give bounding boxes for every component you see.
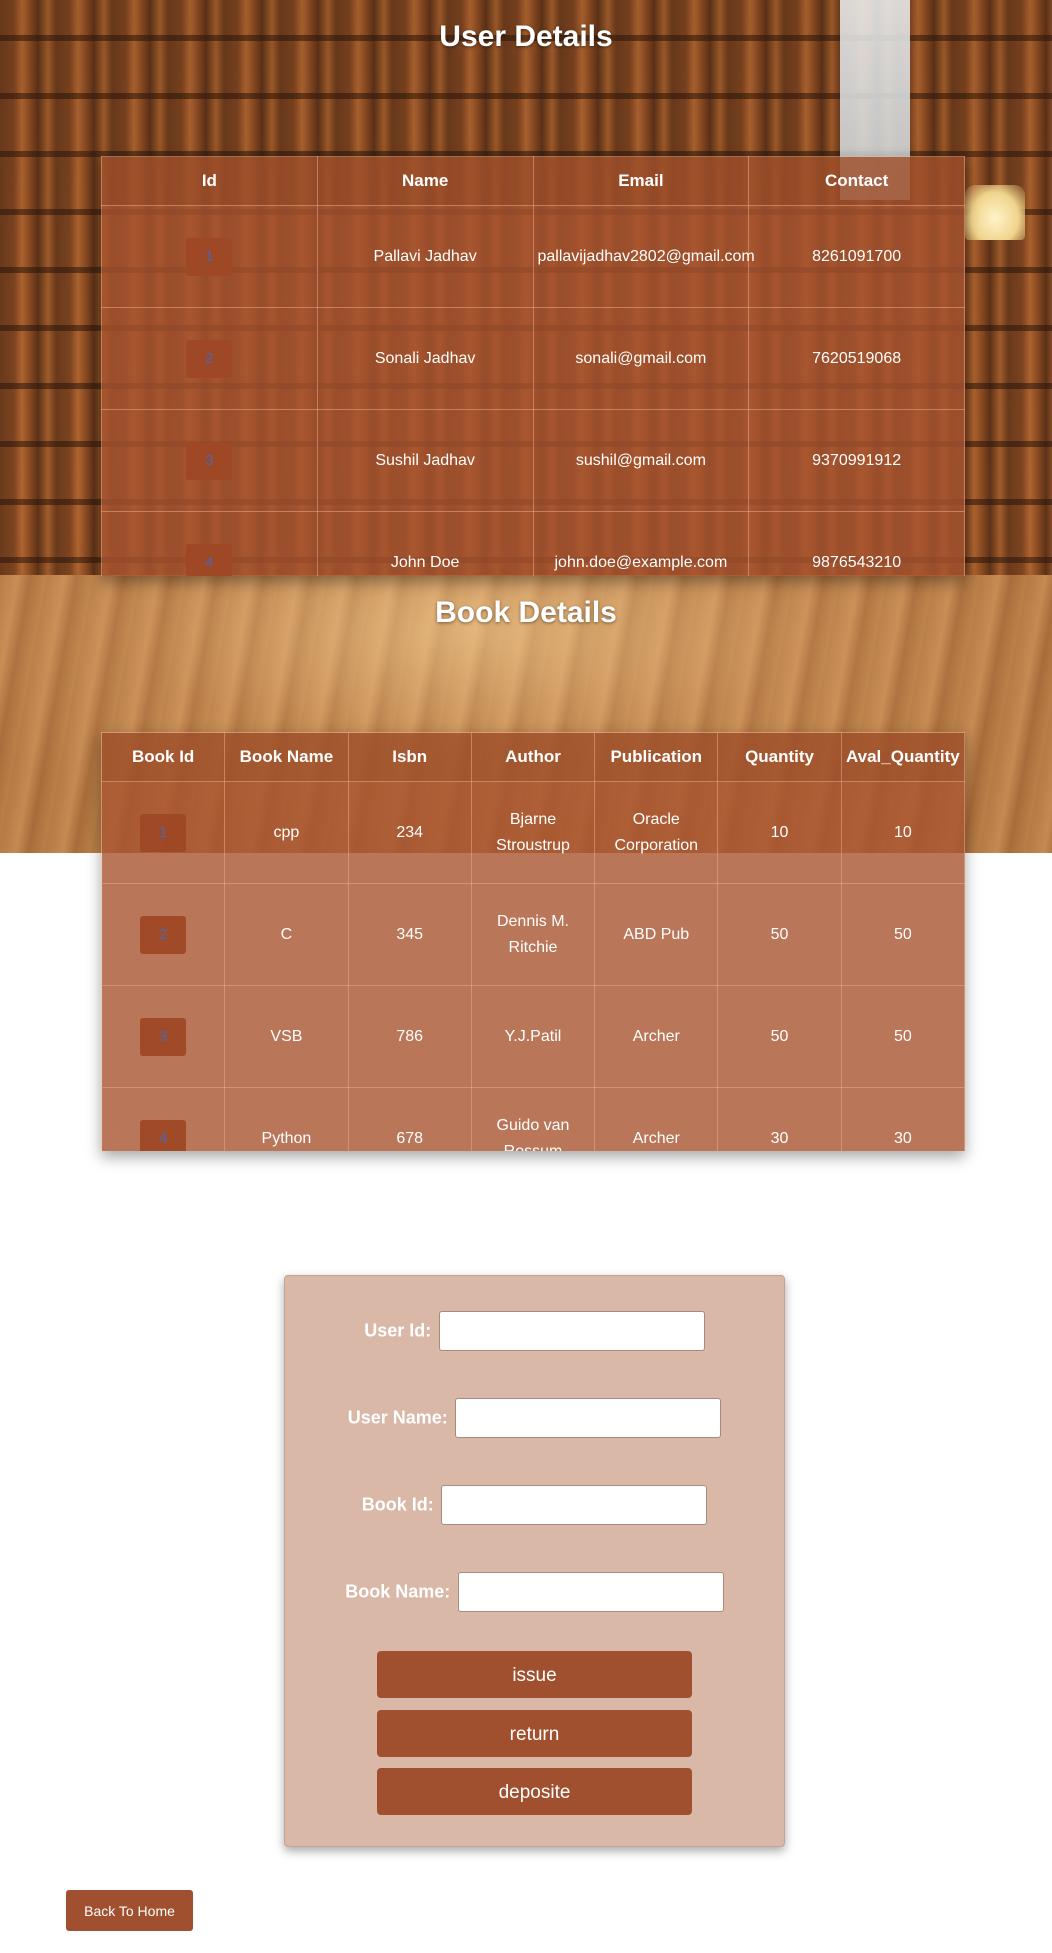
book-header-name: Book Name <box>224 732 349 782</box>
user-name-row: User Name: <box>285 1398 784 1438</box>
book-name-row: Book Name: <box>285 1572 784 1612</box>
user-header-id: Id <box>101 156 318 206</box>
user-id-link[interactable]: 4 <box>186 543 233 576</box>
book-name-input[interactable] <box>457 1572 724 1612</box>
book-name-cell: VSB <box>224 985 349 1088</box>
book-isbn-cell: 786 <box>347 985 472 1088</box>
book-header-isbn: Isbn <box>347 732 472 782</box>
book-id-row: Book Id: <box>285 1485 784 1525</box>
user-email-cell: john.doe@example.com <box>532 511 750 576</box>
user-name-cell: John Doe <box>316 511 534 576</box>
user-name-cell: Sonali Jadhav <box>316 307 534 410</box>
book-id-cell: 1 <box>101 781 226 884</box>
book-table-header-row: Book Id Book Name Isbn Author Publicatio… <box>101 732 965 782</box>
user-table-header-row: Id Name Email Contact <box>101 156 965 206</box>
book-id-link[interactable]: 3 <box>140 1017 187 1056</box>
book-header-aval-quantity: Aval_Quantity <box>840 732 965 782</box>
book-id-cell: 2 <box>101 883 226 986</box>
user-email-cell: sonali@gmail.com <box>532 307 750 410</box>
book-publication-cell: Archer <box>594 1087 719 1151</box>
user-id-label: User Id: <box>364 1320 432 1341</box>
book-isbn-cell: 345 <box>347 883 472 986</box>
book-name-label: Book Name: <box>345 1581 451 1602</box>
book-id-input[interactable] <box>441 1485 708 1525</box>
user-id-row: User Id: <box>285 1311 784 1351</box>
user-table-row: 1 Pallavi Jadhav pallavijadhav2802@gmail… <box>101 205 965 308</box>
book-id-link[interactable]: 4 <box>140 1119 187 1151</box>
book-quantity-cell: 30 <box>717 1087 842 1151</box>
return-button[interactable]: return <box>377 1710 692 1757</box>
book-publication-cell: Archer <box>594 985 719 1088</box>
user-id-link[interactable]: 2 <box>186 339 233 378</box>
book-aval-quantity-cell: 50 <box>840 883 965 986</box>
book-details-title: Book Details <box>435 596 617 629</box>
book-id-label: Book Id: <box>361 1494 434 1515</box>
user-table-row: 3 Sushil Jadhav sushil@gmail.com 9370991… <box>101 409 965 512</box>
book-table: Book Id Book Name Isbn Author Publicatio… <box>101 732 965 1151</box>
back-to-home-button[interactable]: Back To Home <box>66 1890 193 1931</box>
book-id-cell: 4 <box>101 1087 226 1151</box>
user-name-cell: Pallavi Jadhav <box>316 205 534 308</box>
book-aval-quantity-cell: 50 <box>840 985 965 1088</box>
book-id-link[interactable]: 1 <box>140 813 187 852</box>
user-name-input[interactable] <box>455 1398 722 1438</box>
user-name-label: User Name: <box>347 1407 448 1428</box>
book-id-cell: 3 <box>101 985 226 1088</box>
book-table-container[interactable]: Book Id Book Name Isbn Author Publicatio… <box>101 732 965 1151</box>
book-isbn-cell: 678 <box>347 1087 472 1151</box>
user-id-cell: 4 <box>101 511 318 576</box>
book-header-author: Author <box>470 732 596 782</box>
book-quantity-cell: 50 <box>717 985 842 1088</box>
user-id-input[interactable] <box>438 1311 705 1351</box>
user-id-link[interactable]: 3 <box>186 441 233 480</box>
book-isbn-cell: 234 <box>347 781 472 884</box>
book-quantity-cell: 50 <box>717 883 842 986</box>
book-publication-cell: Oracle Corporation <box>594 781 719 884</box>
user-table-container[interactable]: Id Name Email Contact 1 Pallavi Jadhav p… <box>101 156 965 576</box>
book-table-row: 4 Python 678 Guido van Rossum Archer 30 … <box>101 1087 965 1151</box>
issue-return-form: User Id: User Name: Book Id: Book Name: … <box>284 1275 785 1847</box>
issue-button[interactable]: issue <box>377 1651 692 1698</box>
book-publication-cell: ABD Pub <box>594 883 719 986</box>
user-id-link[interactable]: 1 <box>186 237 233 276</box>
book-header-id: Book Id <box>101 732 226 782</box>
user-table: Id Name Email Contact 1 Pallavi Jadhav p… <box>101 156 965 576</box>
user-name-cell: Sushil Jadhav <box>316 409 534 512</box>
user-contact-cell: 9876543210 <box>748 511 965 576</box>
book-aval-quantity-cell: 10 <box>840 781 965 884</box>
user-table-row: 4 John Doe john.doe@example.com 98765432… <box>101 511 965 576</box>
book-author-cell: Guido van Rossum <box>470 1087 596 1151</box>
user-id-cell: 2 <box>101 307 318 410</box>
book-name-cell: Python <box>224 1087 349 1151</box>
user-email-cell: sushil@gmail.com <box>532 409 750 512</box>
book-name-cell: cpp <box>224 781 349 884</box>
book-author-cell: Y.J.Patil <box>470 985 596 1088</box>
background-lamp <box>965 185 1025 240</box>
book-author-cell: Dennis M. Ritchie <box>470 883 596 986</box>
book-aval-quantity-cell: 30 <box>840 1087 965 1151</box>
user-email-cell: pallavijadhav2802@gmail.com <box>532 205 755 308</box>
book-header-quantity: Quantity <box>717 732 842 782</box>
book-name-cell: C <box>224 883 349 986</box>
book-author-cell: Bjarne Stroustrup <box>470 781 596 884</box>
user-contact-cell: 9370991912 <box>748 409 965 512</box>
user-id-cell: 3 <box>101 409 318 512</box>
user-id-cell: 1 <box>101 205 318 308</box>
user-contact-cell: 8261091700 <box>748 205 965 308</box>
user-header-name: Name <box>316 156 534 206</box>
user-header-email: Email <box>532 156 750 206</box>
book-table-row: 2 C 345 Dennis M. Ritchie ABD Pub 50 50 <box>101 883 965 986</box>
deposite-button[interactable]: deposite <box>377 1768 692 1815</box>
user-header-contact: Contact <box>748 156 965 206</box>
book-table-row: 3 VSB 786 Y.J.Patil Archer 50 50 <box>101 985 965 1088</box>
book-id-link[interactable]: 2 <box>140 915 187 954</box>
book-header-publication: Publication <box>594 732 719 782</box>
book-quantity-cell: 10 <box>717 781 842 884</box>
user-details-title: User Details <box>439 20 613 53</box>
user-contact-cell: 7620519068 <box>748 307 965 410</box>
user-table-row: 2 Sonali Jadhav sonali@gmail.com 7620519… <box>101 307 965 410</box>
book-table-row: 1 cpp 234 Bjarne Stroustrup Oracle Corpo… <box>101 781 965 884</box>
